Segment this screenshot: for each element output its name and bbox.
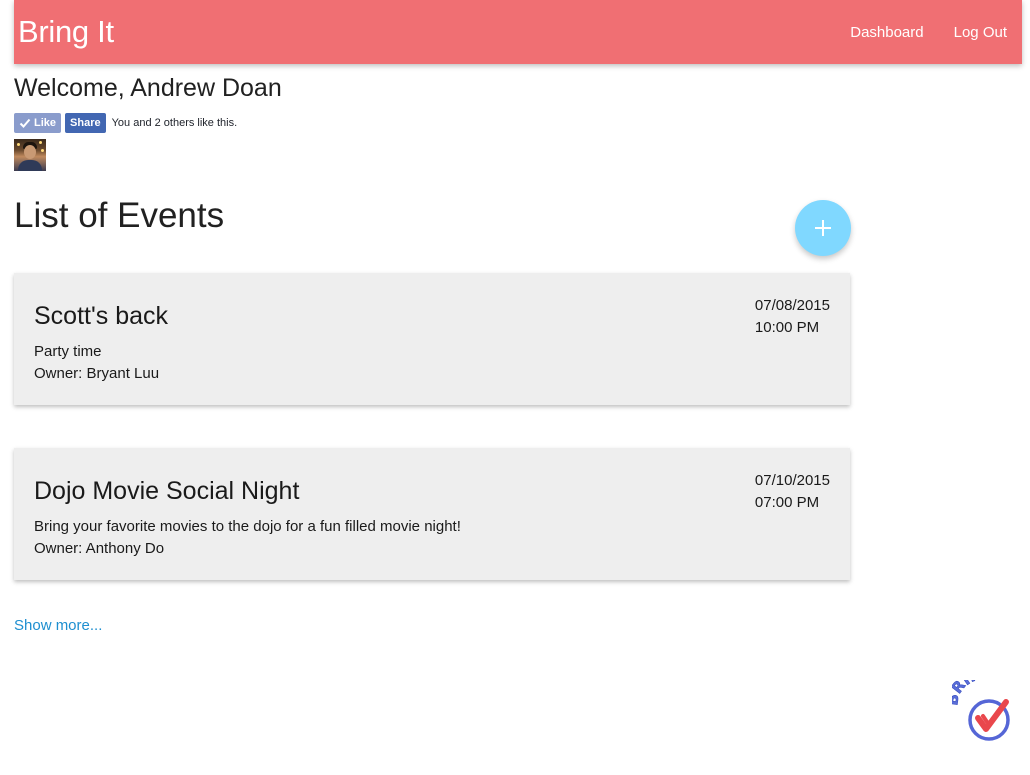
like-count-text: You and 2 others like this. <box>111 117 238 129</box>
event-card: Dojo Movie Social Night Bring your favor… <box>14 448 850 580</box>
facebook-share-button[interactable]: Share <box>65 113 106 133</box>
logout-link[interactable]: Log Out <box>954 24 1007 41</box>
event-time: 07:00 PM <box>754 494 820 511</box>
like-label: Like <box>34 117 57 129</box>
event-date: 07/10/2015 <box>754 472 830 489</box>
facebook-like-button[interactable]: Like <box>14 113 62 133</box>
nav-links: Dashboard Log Out <box>820 24 1022 41</box>
event-description: Party time <box>34 343 102 360</box>
event-card: Scott's back Party time Owner: Bryant Lu… <box>14 273 850 405</box>
bring-it-logo: BRING <box>952 680 1010 741</box>
event-datetime: 07/08/2015 10:00 PM <box>755 295 830 339</box>
top-navbar: Bring It Dashboard Log Out <box>14 0 1022 64</box>
facebook-social-bar: Like Share You and 2 others like this. <box>14 113 237 133</box>
events-heading: List of Events <box>14 196 225 235</box>
add-event-button[interactable] <box>795 200 851 256</box>
welcome-message: Welcome, Andrew Doan <box>14 74 282 102</box>
event-datetime: 07/10/2015 07:00 PM <box>755 470 830 514</box>
dashboard-link[interactable]: Dashboard <box>850 24 923 41</box>
brand-title[interactable]: Bring It <box>14 14 114 50</box>
event-time: 10:00 PM <box>754 319 820 336</box>
event-owner: Owner: Anthony Do <box>34 540 165 557</box>
show-more-link[interactable]: Show more... <box>14 617 102 634</box>
checkmark-icon <box>19 118 31 128</box>
plus-icon <box>815 220 831 236</box>
event-description: Bring your favorite movies to the dojo f… <box>34 518 461 535</box>
event-title[interactable]: Dojo Movie Social Night <box>34 477 299 506</box>
user-avatar <box>14 139 46 171</box>
event-date: 07/08/2015 <box>754 297 830 314</box>
event-title[interactable]: Scott's back <box>34 302 168 331</box>
event-owner: Owner: Bryant Luu <box>34 365 160 382</box>
